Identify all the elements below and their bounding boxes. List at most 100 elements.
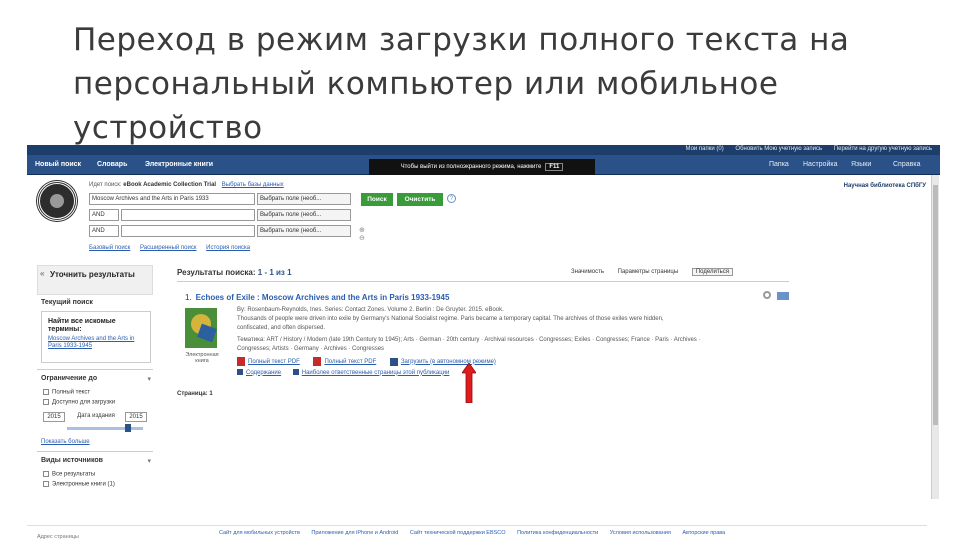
year-from-input[interactable]: 2015 (43, 412, 65, 422)
footer-apps-link[interactable]: Приложение для iPhone и Android (311, 530, 398, 536)
university-logo (37, 181, 77, 221)
year-slider-thumb[interactable] (125, 424, 131, 432)
toc-icon (237, 369, 243, 375)
book-cover-image[interactable] (185, 308, 217, 348)
footer-privacy-link[interactable]: Политика конфиденциальности (517, 530, 598, 536)
basic-search-link[interactable]: Базовый поиск (89, 245, 130, 251)
bool-select-2[interactable]: AND (89, 209, 119, 221)
search-input-1[interactable]: Moscow Archives and the Arts in Paris 19… (89, 193, 255, 205)
preview-icon[interactable] (763, 291, 771, 299)
source-ebooks-checkbox[interactable]: Электронные книги (1) (43, 481, 115, 488)
nav-new-search[interactable]: Новый поиск (35, 161, 81, 168)
screenshot: Мои папки (0) Обновить Мою учетную запис… (27, 145, 940, 540)
show-more-link[interactable]: Показать больше (41, 439, 90, 445)
source-all-label: Все результаты (52, 471, 96, 478)
advanced-search-link[interactable]: Расширенный поиск (140, 245, 197, 251)
search-hint-label: Идет поиск: (89, 182, 122, 188)
result-icons (763, 291, 789, 301)
results-tools: Значимость Параметры страницы Поделиться (571, 268, 745, 276)
footer-mobile-link[interactable]: Сайт для мобильных устройств (219, 530, 300, 536)
pdf-icon (237, 357, 245, 366)
sort-relevance-dropdown[interactable]: Значимость (571, 269, 604, 275)
folders-link[interactable]: Мои папки (0) (686, 146, 724, 152)
source-ebooks-label: Электронные книги (1) (52, 481, 115, 488)
results-panel: Результаты поиска: 1 - 1 из 1 Значимость… (177, 265, 797, 535)
source-types-heading: Виды источников (41, 457, 103, 464)
query-link[interactable]: Moscow Archives and the Arts in Paris 19… (48, 336, 140, 350)
collapse-limit-icon[interactable]: ▾ (147, 375, 151, 383)
update-account-link[interactable]: Обновить Мою учетную запись (735, 146, 822, 152)
results-range: 1 - 1 из 1 (257, 268, 292, 277)
field-select-3[interactable]: Выбрать поле (необ... (257, 225, 351, 237)
database-name: eBook Academic Collection Trial (123, 182, 217, 188)
refine-sidebar: « Уточнить результаты Текущий поиск Найт… (37, 265, 153, 535)
footer-terms-link[interactable]: Условия использования (610, 530, 671, 536)
fulltext-pdf-link[interactable]: Полный текст PDF (248, 359, 300, 365)
fullscreen-notice-text: Чтобы выйти из полноэкранного режима, на… (400, 164, 542, 170)
offline-download-link[interactable]: Загрузить (в автономном режиме) (401, 359, 496, 365)
year-label: Дата издания (69, 412, 123, 422)
page-options-dropdown[interactable]: Параметры страницы (618, 269, 679, 275)
slide: Переход в режим загрузки полного текста … (0, 0, 960, 540)
year-to-input[interactable]: 2015 (125, 412, 147, 422)
slide-title: Переход в режим загрузки полного текста … (73, 22, 850, 146)
fullscreen-notice-key: F11 (545, 163, 564, 171)
result-subjects-2: Congresses; Artists · Germany · Archives… (237, 346, 385, 352)
nav-ebooks[interactable]: Электронные книги (145, 161, 213, 168)
field-select-2[interactable]: Выбрать поле (необ... (257, 209, 351, 221)
help-icon[interactable]: ? (447, 194, 456, 203)
share-dropdown[interactable]: Поделиться (691, 268, 733, 276)
pdf-icon (313, 357, 322, 366)
result-item-title[interactable]: 1. Echoes of Exile : Moscow Archives and … (185, 293, 449, 302)
current-search-box: Найти все искомые термины: Moscow Archiv… (41, 311, 151, 363)
source-all-checkbox[interactable]: Все результаты (43, 471, 95, 478)
nav-folder[interactable]: Папка (769, 161, 789, 168)
top-utility-bar: Мои папки (0) Обновить Мою учетную запис… (27, 145, 940, 155)
nav-dictionary[interactable]: Словарь (97, 161, 127, 168)
search-button[interactable]: Поиск (361, 193, 393, 206)
footer-copyright-link[interactable]: Авторские права (682, 530, 725, 536)
limit-fulltext-checkbox[interactable]: Полный текст (43, 389, 90, 396)
add-to-folder-icon[interactable] (777, 292, 789, 300)
divider (177, 281, 789, 282)
search-hint: Идет поиск: eBook Academic Collection Tr… (89, 182, 284, 188)
scrollbar-thumb[interactable] (933, 185, 938, 425)
footer-support-link[interactable]: Сайт технической поддержки EBSCO (410, 530, 506, 536)
current-search-heading: Текущий поиск (41, 299, 93, 306)
refine-header[interactable]: « Уточнить результаты (37, 265, 153, 295)
add-remove-row-icon[interactable]: ⊕ ⊖ (359, 226, 365, 242)
pagination-label: Страница: 1 (177, 391, 213, 397)
refine-title: Уточнить результаты (50, 270, 135, 279)
result-title-link[interactable]: Echoes of Exile : Moscow Archives and th… (196, 293, 450, 302)
nav-help[interactable]: Справка (893, 161, 920, 168)
year-slider[interactable] (67, 427, 143, 430)
search-input-2[interactable] (121, 209, 255, 221)
results-heading-prefix: Результаты поиска: (177, 268, 256, 277)
limit-fulltext-label: Полный текст (52, 389, 91, 396)
nav-settings[interactable]: Настройка (803, 161, 837, 168)
download-icon (389, 357, 398, 366)
table-of-contents-link[interactable]: Содержание (246, 370, 281, 376)
fullscreen-notice: Чтобы выйти из полноэкранного режима, на… (369, 159, 595, 175)
limit-downloadable-checkbox[interactable]: Доступно для загрузки (43, 399, 115, 406)
search-header: Идет поиск: eBook Academic Collection Tr… (27, 175, 940, 255)
search-history-link[interactable]: История поиска (206, 245, 250, 251)
footer-page-address[interactable]: Адрес страницы (37, 534, 79, 540)
bool-select-3[interactable]: AND (89, 225, 119, 237)
result-byline: By: Rosenbaum-Reynolds, Ines. Series: Co… (237, 307, 504, 313)
relevant-pages-link[interactable]: Наиболее ответственные страницы этой пуб… (302, 370, 450, 376)
search-input-3[interactable] (121, 225, 255, 237)
switch-account-link[interactable]: Перейти на другую учетную запись (834, 146, 932, 152)
fulltext-pdf-link-2[interactable]: Полный текст PDF (324, 359, 376, 365)
find-all-terms-label: Найти все искомые термины: (48, 318, 116, 333)
actions-row: Содержание Наиболее ответственные страни… (237, 369, 459, 376)
collapse-source-icon[interactable]: ▾ (147, 457, 151, 465)
clear-button[interactable]: Очистить (397, 193, 443, 206)
result-abstract-1: Thousands of people were driven into exi… (237, 316, 664, 322)
nav-languages[interactable]: Языки (851, 161, 871, 168)
choose-databases-link[interactable]: Выбрать базы данных (222, 182, 284, 188)
collapse-chevron-icon[interactable]: « (40, 269, 44, 278)
divider (37, 451, 153, 452)
field-select-1[interactable]: Выбрать поле (необ... (257, 193, 351, 205)
result-subjects-1: Тематика: ART / History / Modern (late 1… (237, 337, 701, 343)
